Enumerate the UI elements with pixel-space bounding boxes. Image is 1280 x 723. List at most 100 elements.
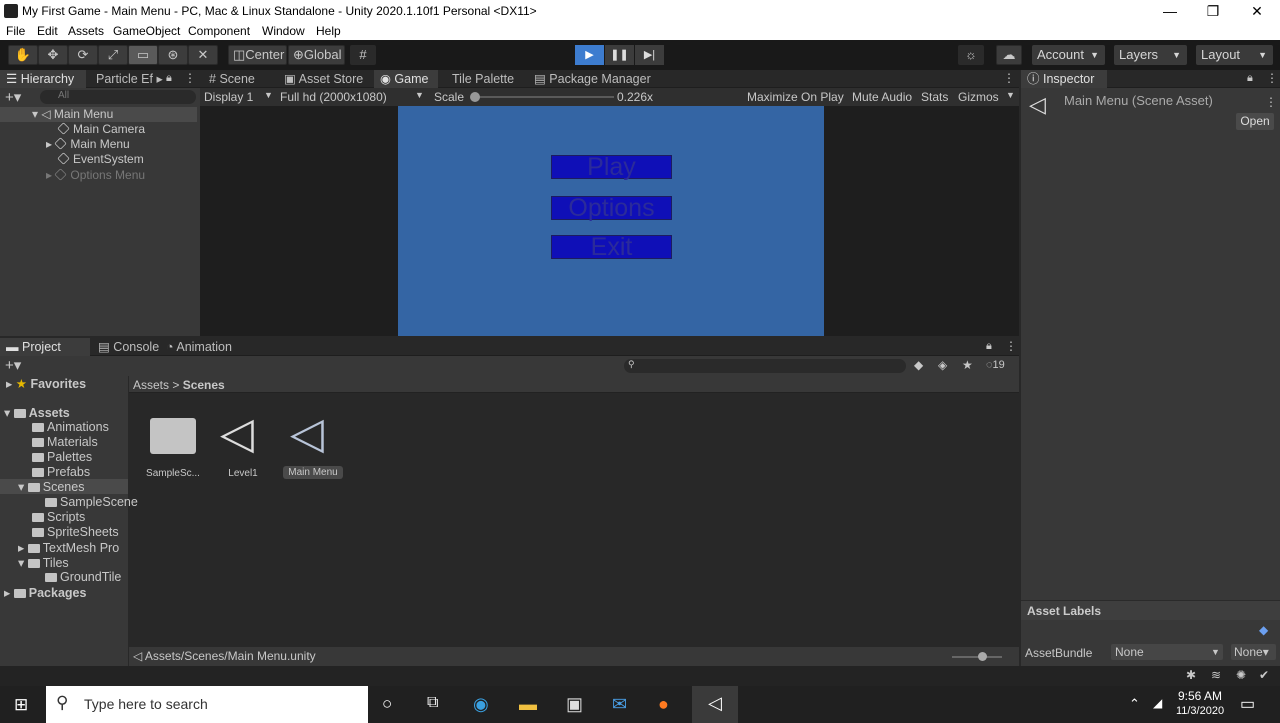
chevron-up-icon[interactable]: ⌃	[1129, 696, 1140, 712]
clock-date[interactable]: 11/3/2020	[1172, 705, 1228, 717]
filter-type-icon[interactable]: ◆	[914, 358, 923, 372]
tree-item-scripts[interactable]: Scripts	[32, 510, 85, 524]
chevron-down-icon[interactable]: ▼	[1006, 90, 1015, 100]
tab-console[interactable]: ▤ Console	[92, 338, 162, 356]
transform-tool-icon[interactable]: ⊛	[158, 45, 188, 65]
scale-slider-handle[interactable]	[470, 92, 480, 102]
hand-tool-icon[interactable]: ✋	[8, 45, 38, 65]
collab-icon[interactable]: ☼	[958, 45, 984, 65]
check-icon[interactable]: ✔	[1259, 668, 1269, 682]
assetbundle-variant-dropdown[interactable]: None▾	[1231, 644, 1276, 660]
tag-icon[interactable]: ◆	[1259, 623, 1268, 637]
mute-audio-toggle[interactable]: Mute Audio	[852, 90, 912, 104]
rotate-tool-icon[interactable]: ⟳	[68, 45, 98, 65]
hierarchy-item-main-menu[interactable]: ▸ Main Menu	[46, 137, 130, 151]
menu-help[interactable]: Help	[316, 24, 341, 38]
tab-asset-store[interactable]: ▣ Asset Store	[278, 70, 370, 88]
resolution-dropdown[interactable]: Full hd (2000x1080) ▼	[280, 90, 425, 104]
kebab-menu-icon[interactable]: ⋮	[1003, 71, 1015, 85]
move-tool-icon[interactable]: ✥	[38, 45, 68, 65]
file-explorer-icon[interactable]: ▬	[519, 694, 537, 715]
folder-icon[interactable]	[150, 418, 196, 454]
maximize-on-play-toggle[interactable]: Maximize On Play	[747, 90, 844, 104]
tree-item-tiles[interactable]: ▾ Tiles	[18, 555, 69, 570]
clock-time[interactable]: 9:56 AM	[1175, 689, 1225, 703]
step-button[interactable]: ▶|	[635, 45, 664, 65]
assetbundle-dropdown[interactable]: None ▼	[1111, 644, 1223, 660]
tree-item-textmesh-pro[interactable]: ▸ TextMesh Pro	[18, 540, 119, 555]
minimize-button[interactable]: —	[1155, 2, 1185, 20]
tree-assets[interactable]: ▾ Assets	[4, 405, 70, 420]
account-dropdown[interactable]: Account ▼	[1032, 45, 1105, 65]
kebab-menu-icon[interactable]: ⋮	[1005, 339, 1017, 353]
tree-item-prefabs[interactable]: Prefabs	[32, 465, 90, 479]
game-options-button[interactable]: Options	[551, 196, 672, 221]
menu-window[interactable]: Window	[262, 24, 305, 38]
maximize-button[interactable]: ❐	[1198, 2, 1228, 20]
unity-taskbar-icon[interactable]: ◁	[692, 686, 738, 723]
scene-row[interactable]: ▾ ◁ Main Menu	[0, 107, 197, 122]
tab-animation[interactable]: ◔ Animation	[160, 338, 250, 356]
file-level1[interactable]: Level1	[208, 468, 278, 479]
lock-icon[interactable]: 🔒︎	[1247, 72, 1253, 85]
scale-slider[interactable]	[474, 96, 614, 98]
add-icon[interactable]: +▾	[5, 356, 21, 374]
hierarchy-item-options-menu[interactable]: ▸ Options Menu	[46, 168, 145, 182]
lock-icon[interactable]: 🔒︎	[166, 72, 172, 85]
breadcrumb-assets[interactable]: Assets	[133, 378, 169, 392]
tab-inspector[interactable]: ⓘ Inspector	[1021, 70, 1107, 88]
lock-icon[interactable]: 🔒︎	[986, 340, 992, 353]
bug-icon[interactable]: ✱	[1186, 668, 1196, 682]
tree-item-materials[interactable]: Materials	[32, 435, 98, 449]
hidden-count[interactable]: ◌19	[986, 359, 1005, 371]
menu-gameobject[interactable]: GameObject	[113, 24, 180, 38]
light-icon[interactable]: ✺	[1236, 668, 1246, 682]
pause-button[interactable]: ❚❚	[605, 45, 634, 65]
icon-size-slider-handle[interactable]	[978, 652, 987, 661]
task-view-icon[interactable]: ⧉	[427, 694, 438, 712]
tab-package-manager[interactable]: ▤ Package Manager	[528, 70, 658, 88]
mail-icon[interactable]: ✉	[612, 694, 627, 715]
tab-scene[interactable]: # Scene	[203, 70, 277, 88]
edge-icon[interactable]: ◉	[473, 694, 489, 715]
kebab-menu-icon[interactable]: ⋮	[1266, 71, 1278, 85]
layers-icon[interactable]: ≋	[1211, 668, 1221, 682]
notification-icon[interactable]: ▭	[1240, 694, 1255, 714]
tree-item-groundtile[interactable]: GroundTile	[45, 570, 121, 584]
tree-item-scenes[interactable]: ▾ Scenes	[0, 479, 128, 494]
tree-packages[interactable]: ▸ Packages	[4, 585, 86, 600]
tree-item-palettes[interactable]: Palettes	[32, 450, 92, 464]
display-dropdown[interactable]: Display 1 ▼	[204, 90, 274, 104]
tab-hierarchy[interactable]: ☰ Hierarchy	[0, 70, 86, 88]
windows-start-icon[interactable]: ⊞	[14, 695, 28, 715]
project-search-input[interactable]: ⚲	[624, 359, 906, 373]
game-play-button[interactable]: Play	[551, 155, 672, 180]
file-main-menu[interactable]: Main Menu	[283, 466, 343, 479]
menu-edit[interactable]: Edit	[37, 24, 58, 38]
kebab-menu-icon[interactable]: ⋮	[184, 71, 196, 85]
taskbar-search-input[interactable]: ⚲ Type here to search	[46, 686, 368, 723]
rect-tool-icon[interactable]: ▭	[128, 45, 158, 65]
tree-item-spritesheets[interactable]: SpriteSheets	[32, 525, 119, 539]
tab-project[interactable]: ▬ Project	[0, 338, 90, 356]
space-toggle[interactable]: ⊕Global	[288, 45, 345, 65]
unity-scene-icon[interactable]: ◁	[290, 408, 324, 459]
wifi-icon[interactable]: ◢	[1153, 696, 1162, 710]
close-button[interactable]: ✕	[1242, 2, 1272, 20]
icon-size-slider[interactable]	[952, 656, 1002, 658]
store-icon[interactable]: ▣	[566, 694, 583, 715]
layers-dropdown[interactable]: Layers ▼	[1114, 45, 1187, 65]
pivot-toggle[interactable]: ◫Center	[228, 45, 287, 65]
tree-item-samplescene[interactable]: SampleScene	[45, 495, 138, 509]
add-icon[interactable]: +▾	[5, 88, 21, 106]
tab-particle-effect[interactable]: Particle Ef ▸	[90, 70, 163, 88]
gizmos-toggle[interactable]: Gizmos	[958, 90, 999, 104]
kebab-menu-icon[interactable]: ⋮	[1265, 95, 1277, 109]
grid-snap-icon[interactable]: #	[350, 45, 376, 65]
custom-tool-icon[interactable]: ✕	[188, 45, 218, 65]
stats-toggle[interactable]: Stats	[921, 90, 948, 104]
tree-favorites[interactable]: ▸ ★ Favorites	[6, 376, 86, 391]
hierarchy-search-input[interactable]: All	[40, 90, 196, 104]
menu-component[interactable]: Component	[188, 24, 250, 38]
tree-item-animations[interactable]: Animations	[32, 420, 109, 434]
